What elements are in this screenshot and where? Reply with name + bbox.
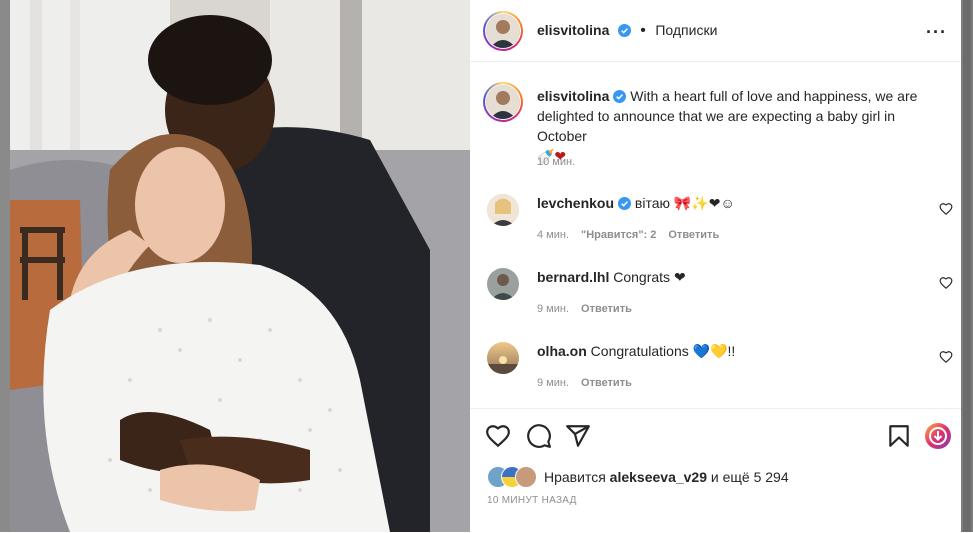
likes-user[interactable]: alekseeva_v29 (610, 469, 707, 485)
more-options-icon[interactable]: ··· (926, 22, 947, 43)
comment-body: bernard.lhl Congrats ❤ (537, 269, 686, 286)
post-details-panel: elisvitolina • Подписки ··· elisvitolina… (470, 0, 961, 532)
liker-avatar[interactable] (515, 466, 537, 488)
comment-username[interactable]: olha.on (537, 343, 587, 359)
comment-body: olha.on Congratulations 💙💛!! (537, 343, 735, 360)
post-caption: elisvitolina With a heart full of love a… (537, 86, 942, 166)
author-username[interactable]: elisvitolina (537, 22, 609, 38)
comment-time: 4 мин. (537, 229, 570, 241)
post-photo[interactable] (10, 0, 470, 532)
backdrop-overlay (0, 0, 10, 532)
post-timestamp: 10 МИНУТ НАЗАД (487, 495, 577, 506)
bookmark-icon[interactable] (886, 423, 912, 449)
comment-avatar[interactable] (487, 194, 519, 226)
comment-text: вітаю 🎀✨❤☺ (634, 195, 735, 211)
comment-likes-count[interactable]: "Нравится": 2 (581, 229, 656, 241)
reply-button[interactable]: Ответить (668, 229, 719, 241)
comment-time: 9 мин. (537, 303, 570, 315)
likes-suffix[interactable]: и ещё 5 294 (711, 469, 789, 485)
following-button[interactable]: Подписки (655, 22, 717, 38)
heart-icon[interactable] (485, 423, 511, 449)
verified-badge-icon (613, 90, 627, 103)
comment-meta: 4 мин. "Нравится": 2 Ответить (537, 229, 731, 241)
comment-body: levchenkou вітаю 🎀✨❤☺ (537, 195, 735, 212)
comment-icon[interactable] (526, 423, 552, 449)
comment-avatar[interactable] (487, 268, 519, 300)
verified-badge-icon (617, 24, 631, 37)
comment-like-heart-icon[interactable] (939, 350, 953, 364)
comment-text: Congratulations 💙💛!! (590, 343, 736, 359)
comment-username[interactable]: levchenkou (537, 195, 614, 211)
comment-time: 9 мин. (537, 377, 570, 389)
caption-time: 10 мин. (537, 156, 576, 168)
likes-summary: Нравится alekseeva_v29 и ещё 5 294 (544, 469, 789, 485)
reply-button[interactable]: Ответить (581, 303, 632, 315)
caption-avatar[interactable] (483, 82, 523, 122)
scrollbar[interactable] (961, 0, 973, 532)
comment-meta: 9 мин. Ответить (537, 377, 644, 389)
post-actions-bar: Нравится alekseeva_v29 и ещё 5 294 (470, 408, 961, 533)
reply-button[interactable]: Ответить (581, 377, 632, 389)
author-avatar[interactable] (483, 11, 523, 51)
likes-prefix: Нравится (544, 469, 606, 485)
liker-avatars (487, 466, 539, 488)
comment-text: Congrats ❤ (613, 269, 686, 285)
comment-username[interactable]: bernard.lhl (537, 269, 609, 285)
comment-like-heart-icon[interactable] (939, 276, 953, 290)
separator-dot: • (640, 22, 646, 39)
caption-username[interactable]: elisvitolina (537, 88, 609, 104)
post-header: elisvitolina • Подписки ··· (470, 0, 961, 62)
download-extension-icon[interactable] (925, 423, 951, 449)
comment-like-heart-icon[interactable] (939, 202, 953, 216)
share-icon[interactable] (565, 423, 591, 449)
comment-meta: 9 мин. Ответить (537, 303, 644, 315)
comment-avatar[interactable] (487, 342, 519, 374)
verified-badge-icon (618, 197, 632, 210)
